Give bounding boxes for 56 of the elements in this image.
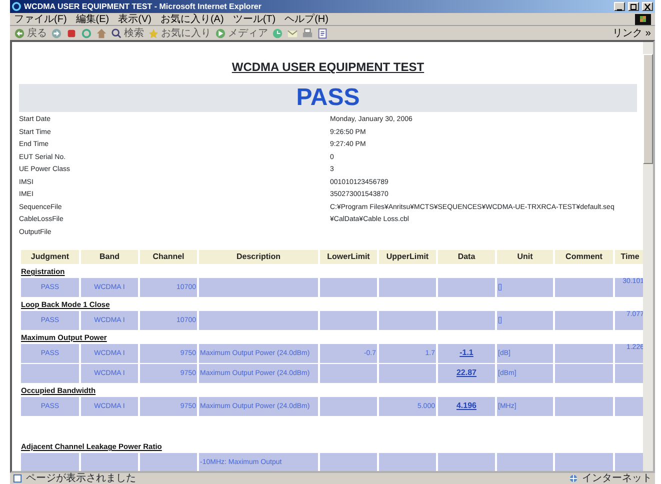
toolbar-button[interactable] <box>302 28 313 38</box>
links-label[interactable]: リンク » <box>612 28 651 38</box>
toolbar-button[interactable] <box>272 28 283 38</box>
windows-logo-icon <box>635 14 651 24</box>
column-header: Time <box>615 250 643 264</box>
menu-item[interactable]: 表示(V) <box>118 14 152 24</box>
column-header: Judgment <box>21 250 79 264</box>
column-header: Data <box>438 250 495 264</box>
back-arrow-icon <box>14 28 25 38</box>
data-link[interactable]: 22.87 <box>456 368 477 377</box>
window-title: WCDMA USER EQUIPMENT TEST - Microsoft Internet Explorer <box>24 0 262 12</box>
stop-icon <box>66 28 77 38</box>
menu-item[interactable]: 編集(E) <box>76 14 110 24</box>
menu-item[interactable]: ツール(T) <box>232 14 276 24</box>
toolbar-button[interactable]: 戻る <box>14 28 47 38</box>
printer-icon <box>302 28 313 38</box>
house-icon <box>96 28 107 38</box>
zone-text: インターネット <box>582 473 652 484</box>
scrollbar[interactable] <box>643 42 653 471</box>
menu-item[interactable]: ファイル(F) <box>14 14 67 24</box>
toolbar-button[interactable] <box>287 28 298 38</box>
column-header: LowerLimit <box>320 250 377 264</box>
minimize-button[interactable] <box>614 2 625 11</box>
column-header: Channel <box>140 250 197 264</box>
column-header: UpperLimit <box>379 250 436 264</box>
globe-icon <box>569 474 578 483</box>
column-header: Description <box>199 250 318 264</box>
result-banner: PASS <box>19 84 637 112</box>
report-title: WCDMA USER EQUIPMENT TEST <box>230 59 426 76</box>
data-link[interactable]: 4.196 <box>456 401 477 410</box>
column-header: Band <box>81 250 138 264</box>
toolbar-button[interactable] <box>317 28 328 38</box>
column-header: Comment <box>555 250 613 264</box>
refresh-icon <box>81 28 92 38</box>
toolbar-button[interactable] <box>66 28 77 38</box>
status-text: ページが表示されました <box>26 473 136 484</box>
search-icon <box>111 28 122 38</box>
maximize-icon <box>629 3 638 11</box>
clock-icon <box>272 28 283 38</box>
menu-item[interactable]: お気に入り(A) <box>160 14 224 24</box>
close-button[interactable] <box>642 2 653 11</box>
menu-item[interactable]: ヘルプ(H) <box>284 14 328 24</box>
toolbar-button[interactable] <box>51 28 62 38</box>
column-header: Unit <box>497 250 553 264</box>
maximize-button[interactable] <box>628 2 639 11</box>
play-icon <box>215 28 226 38</box>
star-icon <box>148 28 159 38</box>
forward-arrow-icon <box>51 28 62 38</box>
toolbar-button[interactable]: 検索 <box>111 28 144 38</box>
data-link[interactable]: -1.1 <box>460 348 474 357</box>
toolbar-button[interactable] <box>96 28 107 38</box>
toolbar-button[interactable]: メディア <box>215 28 268 38</box>
envelope-icon <box>287 28 298 38</box>
browser-icon <box>12 2 21 11</box>
toolbar-button[interactable]: お気に入り <box>148 28 211 38</box>
close-icon <box>643 3 652 11</box>
